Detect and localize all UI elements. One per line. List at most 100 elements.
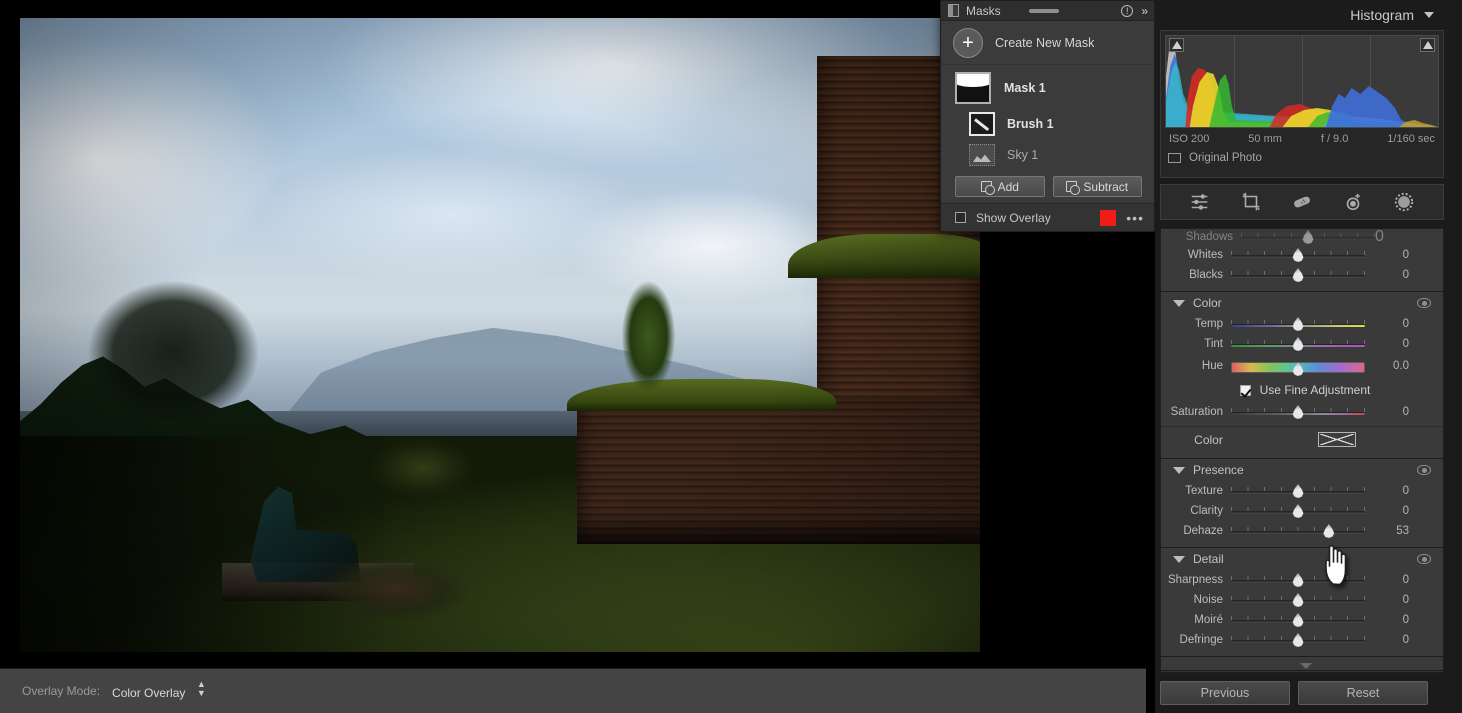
checkbox-icon[interactable]	[1168, 153, 1181, 163]
reset-button[interactable]: Reset	[1298, 681, 1428, 705]
slider-row-sharpness[interactable]: Sharpness 0	[1161, 570, 1443, 590]
mask-list-item-brush1[interactable]: Brush 1	[941, 112, 1154, 136]
slider-row-saturation[interactable]: Saturation 0	[1161, 402, 1443, 422]
section-title: Detail	[1193, 552, 1224, 566]
slider-label: Noise	[1193, 594, 1223, 606]
slider-value: 0	[1402, 505, 1409, 517]
add-button-label: Add	[997, 179, 1019, 194]
masks-panel[interactable]: Masks ! » + Create New Mask Mask 1 Brush…	[940, 0, 1155, 232]
photo-foreground-bush	[308, 544, 500, 627]
slider-row-defringe[interactable]: Defringe 0	[1161, 630, 1443, 650]
slider-value: 0	[1402, 338, 1409, 350]
color-picker-row[interactable]: Color	[1161, 426, 1443, 452]
ellipsis-icon[interactable]: •••	[1126, 210, 1144, 226]
overlay-mode-value: Color Overlay	[112, 686, 186, 700]
overlay-mode-dropdown[interactable]: Color Overlay ▲ ▼	[100, 680, 206, 702]
slider-row-shadows[interactable]: Shadows 0	[1161, 229, 1443, 245]
slider-track[interactable]	[1231, 405, 1365, 419]
slider-row-temp[interactable]: Temp 0	[1161, 314, 1443, 334]
healing-brush-icon[interactable]	[1291, 191, 1313, 213]
histogram-graph[interactable]	[1165, 35, 1439, 128]
slider-row-texture[interactable]: Texture 0	[1161, 481, 1443, 501]
slider-track[interactable]	[1231, 504, 1365, 518]
slider-row-tint[interactable]: Tint 0	[1161, 334, 1443, 354]
show-overlay-checkbox[interactable]	[955, 212, 966, 223]
fine-adjustment-label: Use Fine Adjustment	[1259, 383, 1371, 397]
panel-collapse-triangle-icon[interactable]	[1300, 663, 1312, 669]
slider-label: Sharpness	[1168, 574, 1223, 586]
slider-row-whites[interactable]: Whites 0	[1161, 245, 1443, 265]
fine-adjustment-checkbox[interactable]	[1239, 384, 1251, 396]
slider-row-clarity[interactable]: Clarity 0	[1161, 501, 1443, 521]
color-swatch-none-icon[interactable]	[1318, 432, 1356, 447]
slider-track[interactable]	[1231, 268, 1365, 282]
slider-track[interactable]	[1231, 524, 1365, 538]
visibility-eye-icon[interactable]	[1417, 554, 1431, 564]
triangle-down-icon[interactable]	[1173, 466, 1185, 474]
mask-list-item-mask1[interactable]: Mask 1	[941, 72, 1154, 104]
slider-value: 0	[1402, 406, 1409, 418]
info-icon[interactable]: !	[1121, 4, 1134, 17]
subtract-mask-icon	[1066, 181, 1081, 195]
double-chevron-right-icon[interactable]: »	[1141, 4, 1148, 18]
histogram-panel: ISO 200 50 mm f / 9.0 1/160 sec Original…	[1160, 30, 1444, 178]
previous-button[interactable]: Previous	[1160, 681, 1290, 705]
right-panel: Histogram ISO 200 50 mm f / 9.0 1/160 se…	[1155, 0, 1462, 713]
iso-value: ISO 200	[1169, 133, 1210, 145]
slider-track[interactable]	[1231, 359, 1365, 376]
slider-row-blacks[interactable]: Blacks 0	[1161, 265, 1443, 285]
panel-icon	[948, 4, 959, 17]
add-mask-button[interactable]: Add	[955, 176, 1045, 197]
slider-value: 0	[1402, 634, 1409, 646]
section-presence: Presence Texture 0 Clarity 0 Dehaze 53	[1161, 459, 1443, 548]
create-new-mask-button[interactable]: + Create New Mask	[941, 21, 1154, 65]
masks-panel-header[interactable]: Masks ! »	[941, 1, 1154, 21]
edit-sliders-icon[interactable]	[1189, 191, 1211, 213]
shutter-speed-value: 1/160 sec	[1387, 133, 1435, 145]
slider-row-moire[interactable]: Moiré 0	[1161, 610, 1443, 630]
overlay-color-swatch[interactable]	[1100, 209, 1117, 226]
crop-icon[interactable]	[1240, 191, 1262, 213]
visibility-eye-icon[interactable]	[1417, 298, 1431, 308]
slider-row-noise[interactable]: Noise 0	[1161, 590, 1443, 610]
slider-track[interactable]	[1231, 484, 1365, 498]
photo-midground-bush	[356, 430, 491, 507]
use-fine-adjustment-row[interactable]: Use Fine Adjustment	[1161, 378, 1443, 402]
focal-length-value: 50 mm	[1248, 133, 1282, 145]
drag-grip[interactable]	[1028, 8, 1059, 13]
triangle-down-icon[interactable]	[1173, 555, 1185, 563]
slider-track[interactable]	[1231, 317, 1365, 331]
overlay-mode-label: Overlay Mode:	[22, 684, 101, 698]
shadow-clipping-indicator[interactable]	[1169, 38, 1184, 52]
slider-label: Hue	[1201, 360, 1223, 372]
edit-tool-strip	[1160, 184, 1444, 220]
slider-track[interactable]	[1231, 337, 1365, 351]
slider-track[interactable]	[1231, 633, 1365, 647]
slider-label: Tint	[1204, 338, 1223, 350]
section-header-presence[interactable]: Presence	[1161, 459, 1443, 481]
brush-icon	[969, 112, 995, 136]
section-header-color[interactable]: Color	[1161, 292, 1443, 314]
slider-track[interactable]	[1231, 613, 1365, 627]
slider-track[interactable]	[1231, 248, 1365, 262]
slider-row-dehaze[interactable]: Dehaze 53	[1161, 521, 1443, 541]
subtract-mask-button[interactable]: Subtract	[1052, 176, 1142, 197]
histogram-header[interactable]: Histogram	[1155, 0, 1462, 30]
visibility-eye-icon[interactable]	[1417, 465, 1431, 475]
original-photo-toggle[interactable]: Original Photo	[1165, 145, 1439, 164]
masking-icon[interactable]	[1393, 191, 1415, 213]
slider-row-hue[interactable]: Hue 0.0	[1161, 354, 1443, 378]
slider-label: Blacks	[1189, 269, 1223, 281]
mask-list-item-sky1[interactable]: Sky 1	[941, 144, 1154, 166]
section-header-detail[interactable]: Detail	[1161, 548, 1443, 570]
show-overlay-label: Show Overlay	[976, 210, 1051, 225]
adjustment-panel-scroll[interactable]: Shadows 0 Whites 0 Blacks 0 Color Temp 0…	[1160, 228, 1444, 673]
highlight-clipping-indicator[interactable]	[1420, 38, 1435, 52]
triangle-down-icon[interactable]	[1173, 299, 1185, 307]
red-eye-icon[interactable]	[1342, 191, 1364, 213]
photo-brick-wall	[576, 398, 980, 545]
add-subtract-row: Add Subtract	[941, 166, 1154, 197]
photo-preview[interactable]	[20, 18, 980, 652]
slider-track[interactable]	[1231, 593, 1365, 607]
triangle-down-icon[interactable]	[1424, 12, 1434, 18]
